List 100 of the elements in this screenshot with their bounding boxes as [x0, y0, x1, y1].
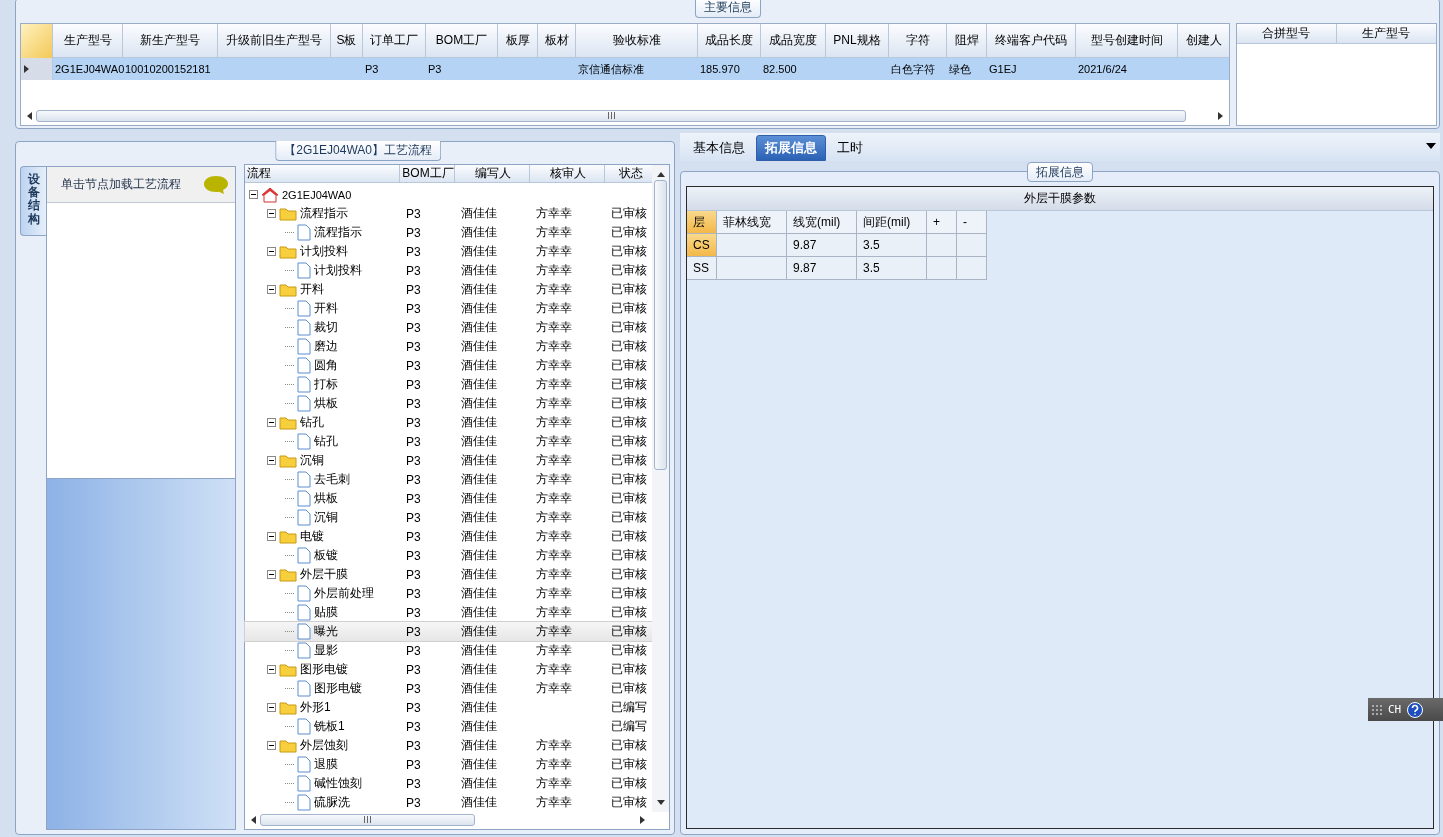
collapse-icon[interactable]: [267, 456, 276, 465]
collapse-icon[interactable]: [267, 665, 276, 674]
tree-row[interactable]: 图形电镀 P3 酒佳佳 方幸幸 已审核: [245, 679, 652, 698]
tree-row[interactable]: 流程指示 P3 酒佳佳 方幸幸 已审核: [245, 204, 652, 223]
tree-row[interactable]: 裁切 P3 酒佳佳 方幸幸 已审核: [245, 318, 652, 337]
table-row[interactable]: 2G1EJ04WA010010200152181 P3 P3 京信通信标准 185.970 82.500 白色字符 绿色 G1EJ 2021/6/24: [21, 58, 1229, 80]
tree-row[interactable]: 沉铜 P3 酒佳佳 方幸幸 已审核: [245, 508, 652, 527]
column-header[interactable]: -: [957, 211, 987, 234]
table-cell-text: 已审核: [610, 433, 648, 450]
language-bar[interactable]: CH: [1368, 698, 1443, 721]
column-header[interactable]: S板: [331, 24, 363, 58]
tree-row[interactable]: 开料 P3 酒佳佳 方幸幸 已审核: [245, 299, 652, 318]
tree-row[interactable]: 沉铜 P3 酒佳佳 方幸幸 已审核: [245, 451, 652, 470]
column-header[interactable]: 成品长度: [698, 24, 761, 58]
column-header[interactable]: PNL规格: [826, 24, 889, 58]
column-header[interactable]: 字符: [889, 24, 947, 58]
tree-row[interactable]: 图形电镀 P3 酒佳佳 方幸幸 已审核: [245, 660, 652, 679]
table-cell-text: 方幸幸: [535, 205, 573, 222]
column-header[interactable]: 成品宽度: [761, 24, 826, 58]
column-header[interactable]: 验收标准: [576, 24, 698, 58]
tree-row[interactable]: 电镀 P3 酒佳佳 方幸幸 已审核: [245, 527, 652, 546]
collapse-icon[interactable]: [267, 532, 276, 541]
collapse-icon[interactable]: [267, 418, 276, 427]
scrollbar-thumb[interactable]: [260, 813, 475, 826]
tree-row[interactable]: 碱性蚀刻 P3 酒佳佳 方幸幸 已审核: [245, 774, 652, 793]
tree-row[interactable]: 外层前处理 P3 酒佳佳 方幸幸 已审核: [245, 584, 652, 603]
table-cell-text: 酒佳佳: [460, 794, 498, 811]
tree-row[interactable]: 流程指示 P3 酒佳佳 方幸幸 已审核: [245, 223, 652, 242]
tree-row[interactable]: 外层蚀刻 P3 酒佳佳 方幸幸 已审核: [245, 736, 652, 755]
tree-row[interactable]: 硫脲洗 P3 酒佳佳 方幸幸 已审核: [245, 793, 652, 812]
column-header[interactable]: 终端客户代码: [987, 24, 1076, 58]
tree-row[interactable]: 贴膜 P3 酒佳佳 方幸幸 已审核: [245, 603, 652, 622]
collapse-icon[interactable]: [267, 741, 276, 750]
collapse-icon[interactable]: [267, 247, 276, 256]
column-header[interactable]: +: [927, 211, 957, 234]
table-cell-text: 酒佳佳: [460, 414, 498, 431]
table-cell: P3: [363, 58, 426, 80]
tree-row[interactable]: 2G1EJ04WA0: [245, 185, 652, 204]
tree-row[interactable]: 磨边 P3 酒佳佳 方幸幸 已审核: [245, 337, 652, 356]
column-header[interactable]: 板材: [538, 24, 576, 58]
tree-row[interactable]: 钻孔 P3 酒佳佳 方幸幸 已审核: [245, 413, 652, 432]
table-cell-text: 已审核: [610, 547, 648, 564]
column-header[interactable]: 生产型号: [1336, 24, 1436, 44]
tree-row[interactable]: 钻孔 P3 酒佳佳 方幸幸 已审核: [245, 432, 652, 451]
collapse-icon[interactable]: [267, 209, 276, 218]
column-header[interactable]: 间距(mil): [857, 211, 927, 234]
table-cell-text: 已审核: [610, 376, 648, 393]
tree-row[interactable]: 退膜 P3 酒佳佳 方幸幸 已审核: [245, 755, 652, 774]
column-header[interactable]: 创建人: [1178, 24, 1229, 58]
collapse-icon[interactable]: [267, 285, 276, 294]
tree-row[interactable]: 外层干膜 P3 酒佳佳 方幸幸 已审核: [245, 565, 652, 584]
column-header[interactable]: BOM工厂: [426, 24, 498, 58]
table-cell-text: 已审核: [610, 490, 648, 507]
scrollbar-thumb[interactable]: [654, 180, 667, 470]
column-header[interactable]: 订单工厂: [363, 24, 426, 58]
speech-bubble-icon: [203, 174, 229, 195]
table-cell-text: 酒佳佳: [460, 433, 498, 450]
row-header[interactable]: CS: [687, 234, 717, 257]
column-header[interactable]: 菲林线宽: [717, 211, 787, 234]
node-label: 开料: [300, 281, 324, 298]
column-header[interactable]: 生产型号: [53, 24, 123, 58]
column-header[interactable]: 阻焊: [947, 24, 987, 58]
column-header[interactable]: 型号创建时间: [1076, 24, 1178, 58]
tree-row[interactable]: 打标 P3 酒佳佳 方幸幸 已审核: [245, 375, 652, 394]
tree-row[interactable]: 圆角 P3 酒佳佳 方幸幸 已审核: [245, 356, 652, 375]
column-header[interactable]: 流程: [245, 165, 400, 183]
column-header[interactable]: 线宽(mil): [787, 211, 857, 234]
table-cell: 10010200152181: [123, 58, 218, 80]
tree-row[interactable]: 计划投料 P3 酒佳佳 方幸幸 已审核: [245, 242, 652, 261]
tree-row[interactable]: 去毛刺 P3 酒佳佳 方幸幸 已审核: [245, 470, 652, 489]
table-cell-text: 方幸幸: [535, 566, 573, 583]
collapse-icon[interactable]: [267, 703, 276, 712]
collapse-icon[interactable]: [267, 570, 276, 579]
tree-row[interactable]: 外形1 P3 酒佳佳 已编写: [245, 698, 652, 717]
tree-row[interactable]: 计划投料 P3 酒佳佳 方幸幸 已审核: [245, 261, 652, 280]
column-header[interactable]: 升级前旧生产型号: [218, 24, 331, 58]
column-header[interactable]: BOM工厂: [400, 165, 455, 183]
tab[interactable]: 基本信息: [684, 135, 754, 161]
column-header[interactable]: 核审人: [530, 165, 605, 183]
column-header[interactable]: 新生产型号: [123, 24, 218, 58]
tree-row[interactable]: 显影 P3 酒佳佳 方幸幸 已审核: [245, 641, 652, 660]
tree-row[interactable]: 铣板1 P3 酒佳佳 已编写: [245, 717, 652, 736]
column-header[interactable]: 板厚: [498, 24, 538, 58]
row-header[interactable]: SS: [687, 257, 717, 280]
column-header[interactable]: 合拼型号: [1236, 24, 1337, 44]
column-header[interactable]: 编写人: [455, 165, 530, 183]
tab[interactable]: 拓展信息: [756, 135, 826, 161]
help-icon[interactable]: [1407, 701, 1424, 718]
scrollbar-thumb[interactable]: [36, 109, 1186, 122]
collapse-icon[interactable]: [249, 190, 258, 199]
tree-row[interactable]: 烘板 P3 酒佳佳 方幸幸 已审核: [245, 489, 652, 508]
column-header[interactable]: 层: [687, 211, 717, 234]
tree-row[interactable]: 开料 P3 酒佳佳 方幸幸 已审核: [245, 280, 652, 299]
side-tab[interactable]: 设备结构: [20, 166, 46, 236]
tree-row[interactable]: 曝光 P3 酒佳佳 方幸幸 已审核: [245, 622, 652, 641]
tree-row[interactable]: 烘板 P3 酒佳佳 方幸幸 已审核: [245, 394, 652, 413]
tree-row[interactable]: 板镀 P3 酒佳佳 方幸幸 已审核: [245, 546, 652, 565]
document-icon: [297, 585, 311, 602]
tab[interactable]: 工时: [828, 135, 872, 161]
caret-icon[interactable]: [1426, 143, 1436, 149]
